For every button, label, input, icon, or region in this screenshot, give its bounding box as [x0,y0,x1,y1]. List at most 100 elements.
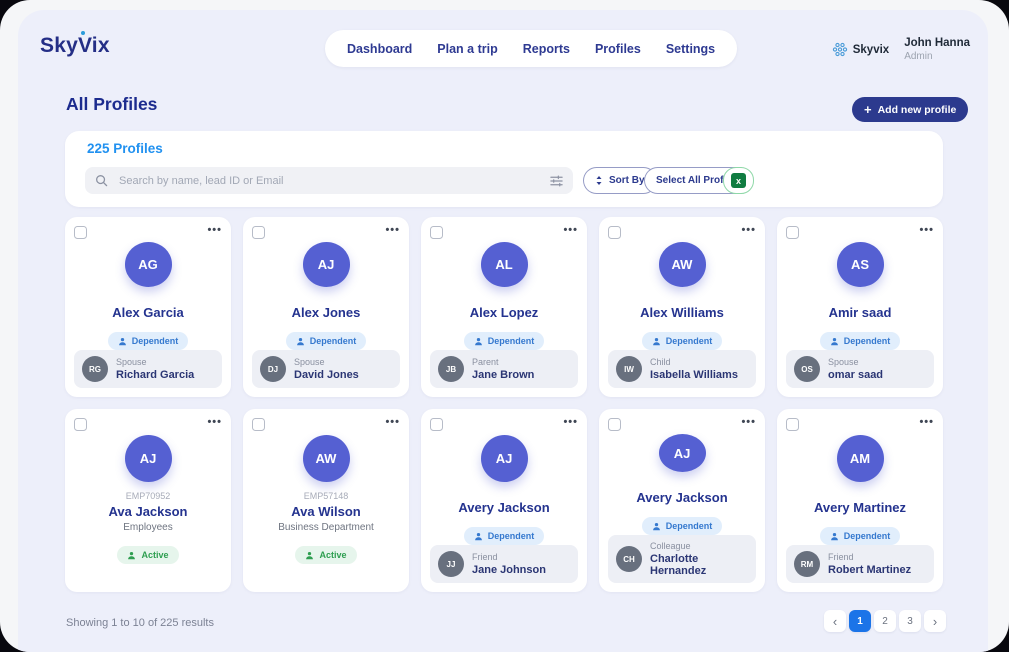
related-name: Richard Garcia [116,369,194,381]
main-nav: Dashboard Plan a trip Reports Profiles S… [325,30,737,67]
nav-item-reports[interactable]: Reports [523,42,570,56]
related-relation: Friend [472,552,546,562]
card-menu-button[interactable]: ••• [563,226,578,234]
related-avatar: JB [438,356,464,382]
nav-item-dashboard[interactable]: Dashboard [347,42,412,56]
related-person: RM Friend Robert Martinez [786,545,934,583]
card-menu-button[interactable]: ••• [741,226,756,234]
related-name: omar saad [828,369,883,381]
brand-logo-text: SkyVix [40,34,110,57]
person-icon [830,532,839,541]
person-icon [305,551,314,560]
badge-label: Dependent [666,521,713,531]
related-name: Robert Martinez [828,564,911,576]
select-profile-checkbox[interactable] [786,226,799,239]
page-button-2[interactable]: 2 [874,610,896,632]
badge-label: Dependent [488,336,535,346]
card-menu-button[interactable]: ••• [385,418,400,426]
profile-name: Alex Jones [292,305,361,320]
status-badge: Dependent [820,527,901,545]
profile-name: Amir saad [829,305,892,320]
page-button-1[interactable]: 1 [849,610,871,632]
profile-name: Alex Lopez [470,305,539,320]
avatar: AJ [303,242,350,287]
select-profile-checkbox[interactable] [430,226,443,239]
related-relation: Friend [828,552,911,562]
profile-name: Avery Martinez [814,500,906,515]
select-profile-checkbox[interactable] [252,418,265,431]
related-name: Isabella Williams [650,369,738,381]
profile-card: ••• AJ Alex Jones Dependent DJ Spouse Da… [243,217,409,397]
select-profile-checkbox[interactable] [786,418,799,431]
person-icon [652,337,661,346]
related-avatar: IW [616,356,642,382]
profile-card: ••• AM Avery Martinez Dependent RM Frien… [777,409,943,592]
card-menu-button[interactable]: ••• [207,226,222,234]
plus-icon: + [864,103,872,116]
profiles-count: 225 Profiles [87,141,163,156]
app-container: SkyVix Dashboard Plan a trip Reports Pro… [18,10,988,652]
card-menu-button[interactable]: ••• [919,226,934,234]
org-switcher[interactable]: Skyvix [832,42,889,57]
avatar: AW [303,435,350,482]
search-bar[interactable] [85,167,573,194]
excel-icon: x [731,173,746,188]
status-badge: Dependent [108,332,189,350]
user-info[interactable]: John Hanna Admin [904,37,970,62]
nav-item-settings[interactable]: Settings [666,42,715,56]
org-name: Skyvix [853,44,889,56]
card-menu-button[interactable]: ••• [207,418,222,426]
brand-logo: SkyVix [40,34,110,58]
related-person: OS Spouse omar saad [786,350,934,388]
profiles-grid: ••• AG Alex Garcia Dependent RG Spouse R… [65,217,943,592]
avatar: AJ [125,435,172,482]
related-person: IW Child Isabella Williams [608,350,756,388]
employee-id: EMP57148 [304,491,349,501]
profile-name: Alex Williams [640,305,724,320]
badge-label: Dependent [666,336,713,346]
profile-card: ••• AL Alex Lopez Dependent JB Parent Ja… [421,217,587,397]
person-icon [118,337,127,346]
add-new-profile-button[interactable]: + Add new profile [852,97,968,122]
select-profile-checkbox[interactable] [430,418,443,431]
avatar: AL [481,242,528,287]
profile-name: Ava Jackson [108,504,187,519]
export-excel-button[interactable]: x [723,167,754,194]
status-badge: Dependent [820,332,901,350]
related-avatar: CH [616,546,642,572]
card-menu-button[interactable]: ••• [741,418,756,426]
next-page-button[interactable]: › [924,610,946,632]
card-menu-button[interactable]: ••• [563,418,578,426]
filter-sliders-icon[interactable] [550,175,563,187]
org-cluster-icon [832,42,848,57]
prev-page-button[interactable]: ‹ [824,610,846,632]
results-summary: Showing 1 to 10 of 225 results [66,617,214,629]
badge-label: Dependent [488,531,535,541]
select-profile-checkbox[interactable] [74,418,87,431]
select-profile-checkbox[interactable] [74,226,87,239]
card-menu-button[interactable]: ••• [385,226,400,234]
related-relation: Child [650,357,738,367]
badge-label: Dependent [844,531,891,541]
person-icon [652,522,661,531]
select-profile-checkbox[interactable] [608,226,621,239]
related-avatar: DJ [260,356,286,382]
page-button-3[interactable]: 3 [899,610,921,632]
avatar: AM [837,435,884,482]
window-frame: SkyVix Dashboard Plan a trip Reports Pro… [0,0,1009,652]
status-badge: Dependent [464,332,545,350]
search-input[interactable] [117,174,541,188]
related-person: JB Parent Jane Brown [430,350,578,388]
select-profile-checkbox[interactable] [608,418,621,431]
department: Business Department [278,522,374,533]
card-menu-button[interactable]: ••• [919,418,934,426]
select-profile-checkbox[interactable] [252,226,265,239]
related-person: CH Colleague Charlotte Hernandez [608,535,756,583]
profile-card: ••• AJ Avery Jackson Dependent CH Collea… [599,409,765,592]
status-badge: Dependent [642,517,723,535]
nav-item-profiles[interactable]: Profiles [595,42,641,56]
related-avatar: JJ [438,551,464,577]
nav-item-plan-a-trip[interactable]: Plan a trip [437,42,497,56]
search-icon [95,174,108,187]
avatar: AJ [659,434,706,472]
